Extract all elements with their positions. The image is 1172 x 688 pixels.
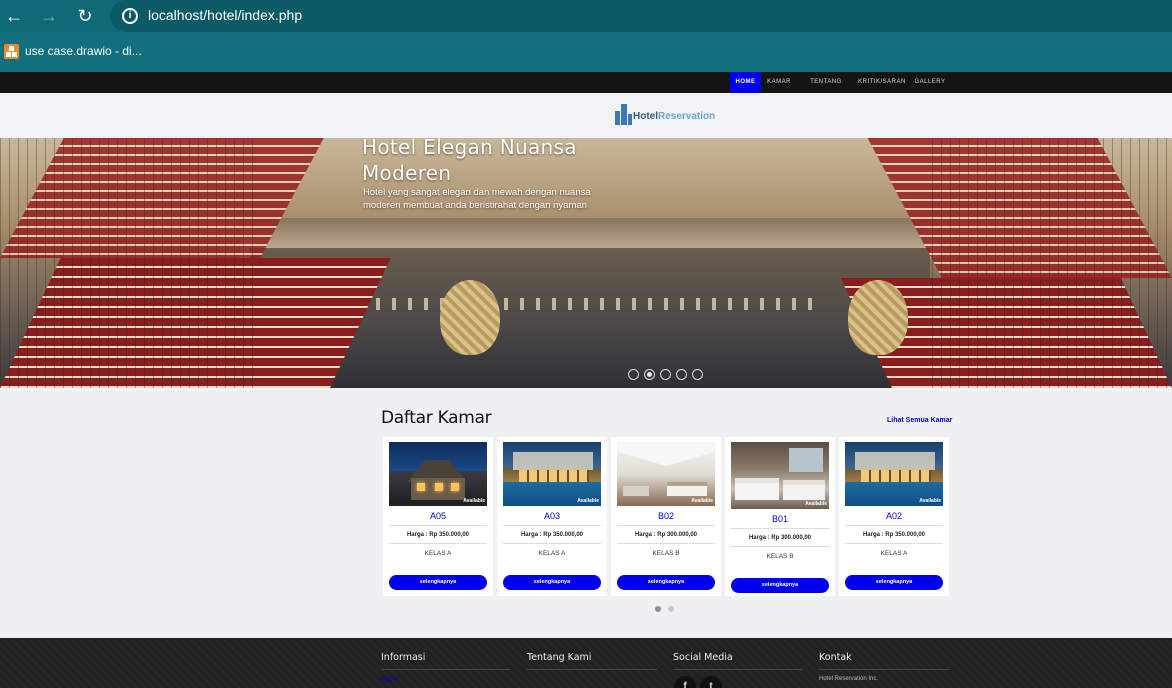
carousel-dot-active[interactable] [655, 606, 661, 612]
room-card: Available B02 Harga : Rp 300.000,00 KELA… [611, 437, 721, 596]
house-photo: Available [389, 442, 487, 506]
nav-item-kamar[interactable]: KAMAR [764, 72, 794, 93]
room-code: A03 [543, 511, 560, 521]
hero-title: Hotel Elegan Nuansa Moderen [362, 138, 577, 185]
footer-heading: Tentang Kami [527, 652, 592, 663]
room-code: A02 [885, 511, 902, 521]
room-card: Available A02 Harga : Rp 350.000,00 KELA… [839, 437, 949, 596]
details-button[interactable]: selengkapnya [503, 575, 601, 590]
availability-badge: Available [805, 501, 827, 507]
slider-dot[interactable] [676, 369, 687, 380]
hero-subtitle: Hotel yang sangat elegan dan mewah denga… [363, 187, 591, 211]
room-class: KELAS A [538, 550, 566, 557]
slider-dot[interactable] [692, 369, 703, 380]
availability-badge: Available [919, 498, 941, 504]
logo-text: HotelReservation [633, 111, 715, 122]
nav-item-gallery[interactable]: GALLERY [913, 72, 947, 93]
url-field[interactable]: i localhost/hotel/index.php [110, 0, 1172, 32]
drawio-icon [4, 44, 19, 59]
room-price: Harga : Rp 300.000,00 [748, 535, 812, 541]
details-button[interactable]: selengkapnya [389, 575, 487, 590]
room-card: Available B01 Harga : Rp 300.000,00 KELA… [725, 437, 835, 596]
see-all-rooms-link[interactable]: Lihat Semua Kamar [887, 417, 952, 424]
section-title: Daftar Kamar [381, 408, 492, 428]
info-icon[interactable]: i [122, 8, 138, 24]
logo-text-reservation: Reservation [658, 111, 716, 122]
decorative-vase [848, 280, 908, 355]
browser-address-bar: ← → ↻ i localhost/hotel/index.php [0, 0, 1172, 32]
decorative-vase [440, 280, 500, 355]
footer-column-informasi: Informasi [381, 652, 511, 670]
slider-dot[interactable] [628, 369, 639, 380]
pool-villa-photo: Available [503, 442, 601, 506]
details-button[interactable]: selengkapnya [845, 575, 943, 590]
pool-villa-photo: Available [845, 442, 943, 506]
footer-column-kontak: Kontak [819, 652, 949, 670]
nav-item-kritik-saran[interactable]: KRITIK/SARAN [858, 72, 906, 93]
reload-icon[interactable]: ↻ [74, 5, 96, 27]
logo-header: HotelReservation [0, 93, 1172, 138]
hotel-building-icon [615, 104, 632, 125]
room-code: B01 [771, 514, 788, 524]
room-class: KELAS B [652, 550, 680, 557]
arrow-right-icon[interactable]: → [38, 5, 60, 27]
suite-photo: Available [617, 442, 715, 506]
site-footer: Informasi Tentang Kami Social Media Kont… [0, 638, 1172, 688]
room-code: A05 [429, 511, 446, 521]
arrow-left-icon[interactable]: ← [3, 5, 25, 27]
room-price: Harga : Rp 350.000,00 [520, 532, 584, 538]
nav-item-tentang-kami[interactable]: TENTANG KAMI [801, 72, 851, 106]
footer-link-home[interactable]: Home [381, 677, 397, 683]
slider-dot-active[interactable] [644, 369, 655, 380]
room-card: Available A05 Harga : Rp 350.000,00 KELA… [383, 437, 493, 596]
footer-heading: Informasi [381, 652, 426, 663]
room-class: KELAS A [880, 550, 908, 557]
room-price: Harga : Rp 350.000,00 [862, 532, 926, 538]
room-card: Available A03 Harga : Rp 350.000,00 KELA… [497, 437, 607, 596]
nav-item-home[interactable]: HOME [730, 72, 761, 93]
bedroom-photo: Available [731, 442, 829, 509]
carousel-dot[interactable] [668, 606, 674, 612]
room-price: Harga : Rp 300.000,00 [634, 532, 698, 538]
footer-column-tentang-kami: Tentang Kami [527, 652, 657, 670]
footer-column-social-media: Social Media [673, 652, 803, 670]
footer-contact-line: Hotel Reservation Inc. [819, 676, 879, 682]
slider-dot[interactable] [660, 369, 671, 380]
availability-badge: Available [463, 498, 485, 504]
room-class: KELAS B [766, 553, 794, 560]
logo-text-hotel: Hotel [633, 111, 658, 122]
availability-badge: Available [577, 498, 599, 504]
details-button[interactable]: selengkapnya [731, 578, 829, 593]
bookmarks-bar: use case.drawio - di... [0, 32, 1172, 72]
hero-slider: Hotel Elegan Nuansa Moderen Hotel yang s… [0, 138, 1172, 388]
room-code: B02 [657, 511, 674, 521]
room-class: KELAS A [424, 550, 452, 557]
availability-badge: Available [691, 498, 713, 504]
bookmark-label: use case.drawio - di... [25, 44, 142, 58]
room-price: Harga : Rp 350.000,00 [406, 532, 470, 538]
details-button[interactable]: selengkapnya [617, 575, 715, 590]
url-text: localhost/hotel/index.php [148, 7, 303, 23]
footer-heading: Kontak [819, 652, 852, 663]
footer-heading: Social Media [673, 652, 733, 663]
site-top-nav: HOME KAMAR TENTANG KAMI KRITIK/SARAN GAL… [0, 72, 1172, 106]
